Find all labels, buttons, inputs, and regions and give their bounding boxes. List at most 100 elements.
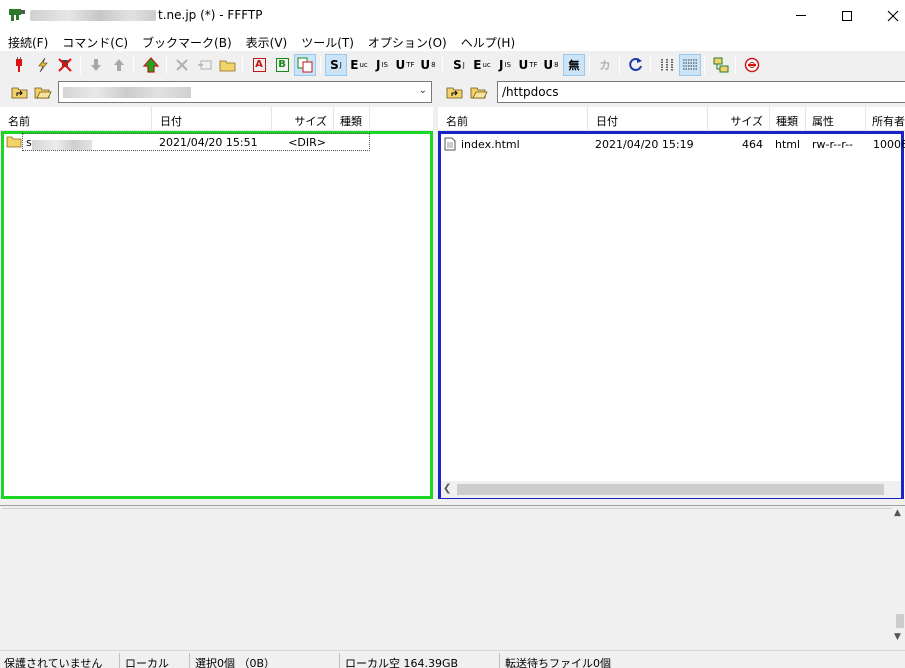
kana-label: カ	[599, 59, 611, 72]
close-button[interactable]	[870, 0, 905, 31]
local-name-redacted	[32, 140, 92, 150]
local-path-combo[interactable]: ⌄	[58, 81, 432, 103]
remote-euc-label: E	[473, 58, 482, 72]
plug-connect-icon	[16, 57, 22, 72]
local-open-folder-button[interactable]	[33, 82, 53, 102]
open-folder-icon	[34, 87, 52, 99]
local-header-row: 名前 日付 サイズ 種類	[0, 107, 433, 131]
details-view-button[interactable]	[679, 54, 701, 76]
local-pane-highlight	[1, 131, 433, 499]
remote-pane-highlight	[438, 131, 904, 499]
quick-connect-button[interactable]	[32, 54, 54, 76]
menu-bookmark[interactable]: ブックマーク(B)	[136, 31, 238, 51]
remote-sjis-button[interactable]: SJ	[448, 54, 470, 76]
remote-file-name: index.html	[461, 138, 520, 151]
arrow-up-icon	[114, 59, 124, 71]
table-row[interactable]: index.html 2021/04/20 15:19 464 html rw-…	[444, 136, 905, 154]
log-area[interactable]	[0, 505, 905, 650]
remote-sjis-label: S	[453, 58, 462, 72]
local-col-name[interactable]: 名前	[0, 107, 152, 131]
scroll-left-icon[interactable]: ❮	[443, 483, 451, 494]
remote-col-type[interactable]: 種類	[770, 107, 806, 131]
menu-tools[interactable]: ツール(T)	[295, 31, 360, 51]
sjis-button[interactable]: SJ	[325, 54, 347, 76]
local-file-size: <DIR>	[288, 136, 326, 149]
remote-parent-folder-button[interactable]	[445, 82, 465, 102]
local-col-size[interactable]: サイズ	[272, 107, 334, 131]
euc-label: E	[350, 58, 359, 72]
disconnect-button[interactable]	[54, 54, 76, 76]
log-vertical-scrollbar[interactable]: ▲ ▼	[894, 506, 905, 646]
scroll-down-icon[interactable]: ▼	[894, 632, 901, 642]
remote-utf8n-label: U	[518, 58, 529, 72]
status-queue: 転送待ちファイル0個	[505, 657, 611, 668]
remote-file-owner: 10008	[873, 138, 905, 151]
local-file-list[interactable]: 名前 日付 サイズ 種類	[0, 107, 433, 499]
remote-col-date[interactable]: 日付	[588, 107, 708, 131]
remote-file-date: 2021/04/20 15:19	[595, 138, 694, 151]
local-path-bar: ⌄	[0, 80, 433, 104]
remote-file-list[interactable]: 名前 日付 サイズ 種類 属性 所有者 index.html 2021/04/2…	[438, 107, 905, 499]
jis-label: J	[376, 58, 381, 72]
utf8n-button[interactable]: U TF	[394, 54, 416, 76]
folder-icon	[219, 60, 236, 72]
connect-button[interactable]	[8, 54, 30, 76]
folder-icon	[6, 136, 22, 148]
jis-button[interactable]: J IS	[371, 54, 393, 76]
log-text-area[interactable]	[2, 508, 892, 648]
rename-button[interactable]	[194, 54, 216, 76]
remote-euc-button[interactable]: Euc	[471, 54, 493, 76]
remote-path-combo[interactable]: /httpdocs	[497, 81, 905, 103]
toolbar: A B SJ Euc J IS U TF U8 SJ Euc J IS U TF U8 …	[0, 52, 905, 78]
ascii-mode-button[interactable]: A	[248, 54, 270, 76]
status-selection: 選択0個 （0B）	[195, 657, 276, 668]
utf8bom-button[interactable]: U8	[417, 54, 439, 76]
local-col-date[interactable]: 日付	[152, 107, 272, 131]
menu-view[interactable]: 表示(V)	[240, 31, 294, 51]
scroll-up-icon[interactable]: ▲	[894, 508, 901, 518]
remote-open-folder-button[interactable]	[469, 82, 489, 102]
mirror-upload-button[interactable]	[140, 54, 162, 76]
remote-col-name[interactable]: 名前	[438, 107, 588, 131]
sync-folders-icon	[713, 57, 729, 73]
delete-button[interactable]	[171, 54, 193, 76]
refresh-button[interactable]	[625, 54, 647, 76]
status-bar: 保護されていません ローカル 選択0個 （0B） ローカル空 164.39GB …	[0, 650, 905, 668]
remote-jis-button[interactable]: J IS	[494, 54, 516, 76]
maximize-button[interactable]	[824, 0, 870, 31]
remote-utf8bom-button[interactable]: U8	[540, 54, 562, 76]
remote-file-size: 464	[742, 138, 763, 151]
remote-utf8n-button[interactable]: U TF	[517, 54, 539, 76]
new-folder-button[interactable]	[217, 54, 239, 76]
minimize-button[interactable]	[778, 0, 824, 31]
menu-options[interactable]: オプション(O)	[362, 31, 453, 51]
scrollbar-thumb[interactable]	[896, 614, 904, 628]
status-security: 保護されていません	[4, 657, 103, 668]
no-conversion-button[interactable]: 無	[563, 54, 585, 76]
local-parent-folder-button[interactable]	[10, 82, 30, 102]
window-title: t.ne.jp (*) - FFFTP	[158, 8, 263, 22]
remote-col-size[interactable]: サイズ	[708, 107, 770, 131]
auto-mode-button[interactable]	[294, 54, 316, 76]
remote-col-owner[interactable]: 所有者	[866, 107, 905, 131]
binary-mode-button[interactable]: B	[271, 54, 293, 76]
remote-horizontal-scrollbar[interactable]: ❮	[441, 481, 901, 498]
scrollbar-thumb[interactable]	[457, 484, 884, 495]
upload-button[interactable]	[108, 54, 130, 76]
rename-icon	[198, 60, 212, 70]
kana-convert-button[interactable]: カ	[594, 54, 616, 76]
document-icon	[444, 137, 456, 151]
chevron-down-icon: ⌄	[418, 85, 427, 96]
euc-button[interactable]: Euc	[348, 54, 370, 76]
menu-bar: 接続(F) コマンド(C) ブックマーク(B) 表示(V) ツール(T) オプシ…	[0, 31, 905, 51]
menu-help[interactable]: ヘルプ(H)	[455, 31, 521, 51]
menu-connect[interactable]: 接続(F)	[2, 31, 54, 51]
local-path-redacted	[63, 87, 191, 98]
sync-browse-button[interactable]	[710, 54, 732, 76]
menu-command[interactable]: コマンド(C)	[56, 31, 134, 51]
list-view-button[interactable]	[656, 54, 678, 76]
download-button[interactable]	[85, 54, 107, 76]
local-col-type[interactable]: 種類	[334, 107, 370, 131]
abort-button[interactable]	[741, 54, 763, 76]
remote-col-attr[interactable]: 属性	[806, 107, 866, 131]
